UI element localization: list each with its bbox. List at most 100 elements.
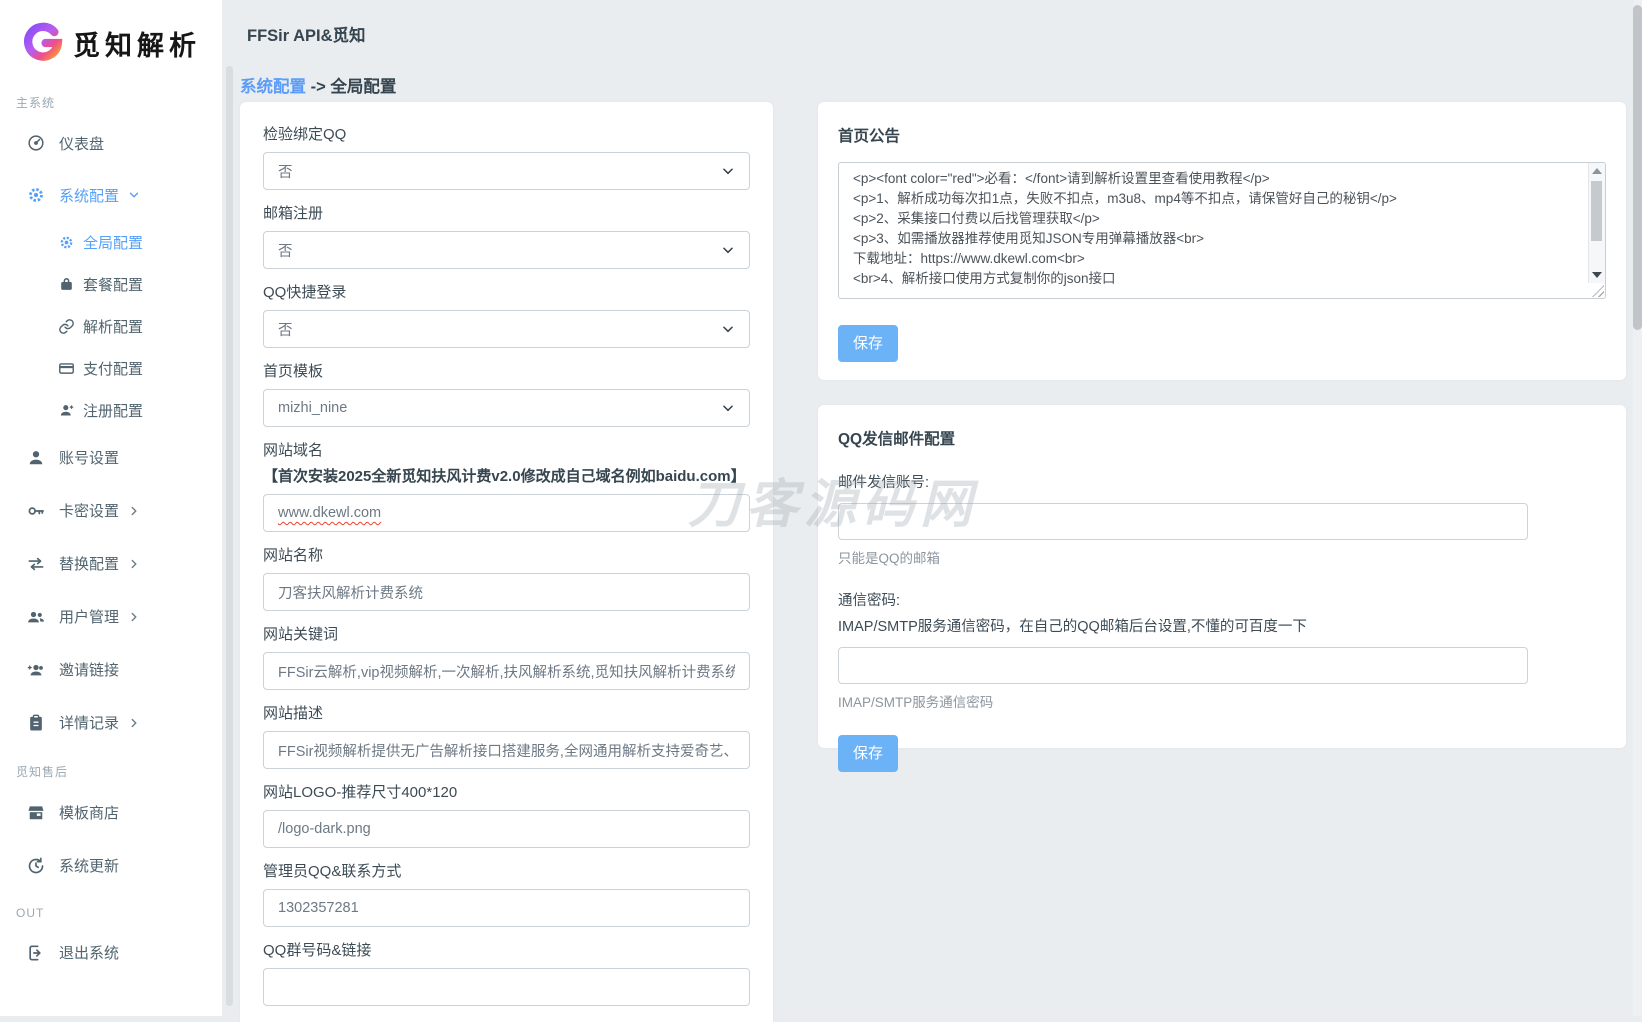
admin-qq-input[interactable] [263, 889, 750, 927]
page-scrollbar[interactable] [1633, 0, 1642, 1016]
sidebar-item-parse-config[interactable]: 解析配置 [0, 305, 222, 347]
sidebar-item-account-settings[interactable]: 账号设置 [0, 431, 222, 484]
sidebar: 觅知解析 主系统 仪表盘 系统配置 全局配置 套餐配置 解析配置 支付配置 注册… [0, 0, 222, 1016]
sidebar-item-label: 支付配置 [83, 360, 144, 378]
logout-icon [29, 945, 41, 960]
store-icon [28, 805, 44, 819]
sidebar-item-package-config[interactable]: 套餐配置 [0, 263, 222, 305]
credit-card-icon [59, 362, 74, 374]
mail-config-title: QQ发信邮件配置 [838, 431, 956, 448]
person-icon [29, 450, 43, 464]
sidebar-item-label: 详情记录 [59, 715, 120, 732]
mail-password-input[interactable] [838, 647, 1528, 684]
breadcrumb-parent[interactable]: 系统配置 [240, 78, 306, 96]
sidebar-item-label: 邀请链接 [59, 662, 120, 679]
select-value: 否 [278, 243, 293, 260]
sidebar-item-label: 仪表盘 [59, 135, 105, 153]
field-label: 网站域名 [263, 442, 324, 459]
description-input[interactable] [263, 731, 750, 769]
logo[interactable]: 觅知解析 [0, 0, 222, 70]
sidebar-item-label: 账号设置 [59, 450, 120, 467]
chevron-right-icon [131, 612, 137, 621]
sidebar-item-payment-config[interactable]: 支付配置 [0, 347, 222, 389]
sidebar-section-support: 觅知售后 [16, 765, 69, 779]
mail-password-desc: IMAP/SMTP服务通信密码，在自己的QQ邮箱后台设置,不懂的可百度一下 [838, 619, 1307, 635]
sidebar-item-label: 注册配置 [83, 402, 144, 420]
qq-bind-select[interactable]: 否 [263, 152, 750, 190]
chevron-right-icon [131, 506, 137, 515]
sidebar-item-logout[interactable]: 退出系统 [0, 926, 222, 979]
logo-path-input[interactable] [263, 810, 750, 848]
swap-arrows-icon [28, 557, 44, 570]
sidebar-item-invite-link[interactable]: 邀请链接 [0, 643, 222, 696]
site-name-input[interactable] [263, 573, 750, 611]
sidebar-item-template-store[interactable]: 模板商店 [0, 786, 222, 839]
sidebar-item-dashboard[interactable]: 仪表盘 [0, 117, 222, 169]
form-group-site-name: 网站名称 [263, 547, 750, 611]
sidebar-item-label: 套餐配置 [83, 276, 144, 294]
announcement-content: <p><font color="red">必看：</font>请到解析设置里查看… [853, 171, 1397, 286]
sidebar-item-label: 卡密设置 [59, 503, 120, 520]
field-label: 邮箱注册 [263, 205, 324, 222]
scroll-up-arrow-icon[interactable] [1592, 168, 1602, 174]
gauge-icon [28, 135, 44, 151]
chevron-down-icon [723, 247, 733, 254]
sidebar-item-card-key-settings[interactable]: 卡密设置 [0, 484, 222, 537]
page-title: FFSir API&觅知 [247, 27, 366, 45]
announcement-save-button[interactable]: 保存 [838, 325, 899, 362]
scrollbar-thumb[interactable] [1591, 181, 1602, 241]
select-value: 否 [278, 164, 293, 181]
sidebar-item-detail-records[interactable]: 详情记录 [0, 696, 222, 749]
qq-mail-config-card: QQ发信邮件配置 邮件发信账号: 只能是QQ的邮箱 通信密码: IMAP/SMT… [818, 405, 1626, 772]
textarea-scrollbar[interactable] [1588, 163, 1605, 283]
sidebar-item-register-config[interactable]: 注册配置 [0, 389, 222, 431]
sidebar-item-label: 系统更新 [59, 858, 120, 875]
keywords-input[interactable] [263, 652, 750, 690]
breadcrumb-arrow: -> [310, 78, 326, 96]
field-label: QQ快捷登录 [263, 284, 347, 301]
domain-input[interactable]: www.dkewl.com [263, 494, 750, 532]
email-register-select[interactable]: 否 [263, 231, 750, 269]
resize-grip-icon[interactable] [1592, 285, 1604, 297]
sidebar-item-label: 用户管理 [59, 609, 120, 626]
field-label: 首页模板 [263, 363, 324, 380]
scroll-down-arrow-icon[interactable] [1592, 272, 1602, 278]
sidebar-section-main: 主系统 [16, 96, 56, 110]
form-group-domain: 网站域名 【首次安装2025全新觅知扶风计费v2.0修改成自己域名例如baidu… [263, 442, 750, 532]
sidebar-item-label: 替换配置 [59, 556, 120, 573]
mail-account-label: 邮件发信账号: [838, 475, 930, 491]
announcement-textarea[interactable]: <p><font color="red">必看：</font>请到解析设置里查看… [838, 162, 1606, 299]
sidebar-item-system-update[interactable]: 系统更新 [0, 839, 222, 892]
logo-g-icon [24, 22, 63, 61]
select-value: 否 [278, 322, 293, 339]
sidebar-item-system-config[interactable]: 系统配置 [0, 169, 222, 221]
sidebar-item-label: 系统配置 [59, 187, 120, 205]
sidebar-item-label: 全局配置 [83, 234, 144, 252]
announcement-title: 首页公告 [838, 128, 901, 145]
sidebar-item-replace-config[interactable]: 替换配置 [0, 537, 222, 590]
page-scrollbar-thumb[interactable] [1633, 5, 1642, 330]
field-label: 网站名称 [263, 547, 324, 564]
chevron-down-icon [723, 326, 733, 333]
qq-group-input[interactable] [263, 968, 750, 1006]
breadcrumb-current: 全局配置 [330, 78, 397, 96]
form-group-admin-qq: 管理员QQ&联系方式 [263, 863, 750, 927]
chevron-right-icon [131, 559, 137, 568]
mail-save-button[interactable]: 保存 [838, 735, 899, 772]
field-label: 检验绑定QQ [263, 126, 347, 143]
home-template-select[interactable]: mizhi_nine [263, 389, 750, 427]
form-group-email-register: 邮箱注册 否 [263, 205, 750, 269]
sidebar-scrollbar-thumb[interactable] [226, 66, 233, 1006]
qq-quick-login-select[interactable]: 否 [263, 310, 750, 348]
mail-account-input[interactable] [838, 503, 1528, 540]
breadcrumb: 系统配置 -> 全局配置 [240, 73, 396, 97]
sidebar-item-global-config[interactable]: 全局配置 [0, 221, 222, 263]
key-icon [28, 506, 44, 515]
bag-icon [61, 277, 72, 290]
sidebar-item-user-management[interactable]: 用户管理 [0, 590, 222, 643]
domain-value: www.dkewl.com [278, 505, 382, 521]
field-label: 网站LOGO-推荐尺寸400*120 [263, 784, 458, 801]
announcement-card: 首页公告 <p><font color="red">必看：</font>请到解析… [818, 102, 1626, 380]
sidebar-item-label: 解析配置 [83, 318, 144, 336]
field-label: 管理员QQ&联系方式 [263, 863, 402, 880]
